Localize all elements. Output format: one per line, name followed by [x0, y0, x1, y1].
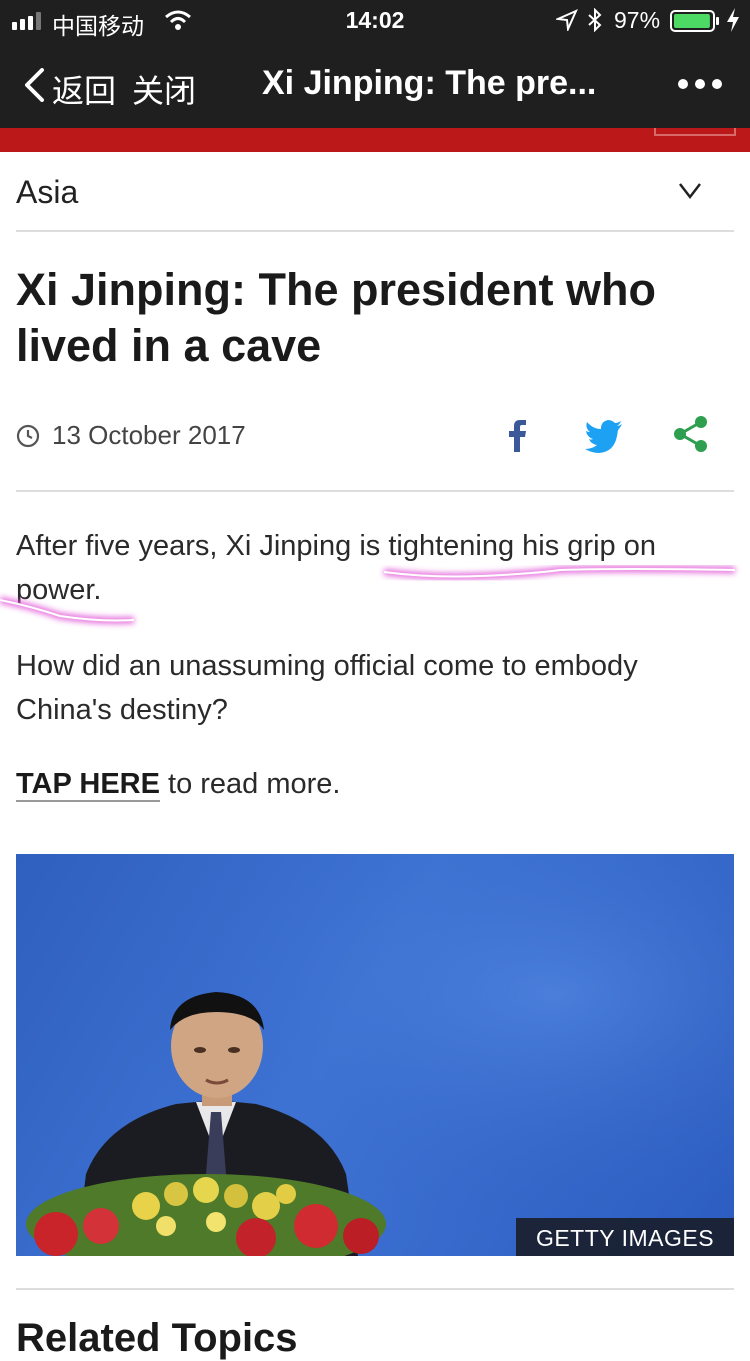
- summary-paragraph: How did an unassuming official come to e…: [16, 650, 638, 726]
- tap-here-link[interactable]: TAP HERE: [16, 768, 160, 802]
- more-dots-icon[interactable]: [676, 74, 724, 94]
- battery-icon: [670, 10, 719, 32]
- charging-bolt-icon: [727, 8, 739, 32]
- back-button[interactable]: 返回: [18, 64, 118, 109]
- article-image: GETTY IMAGES: [16, 854, 734, 1256]
- bluetooth-icon: [588, 8, 602, 32]
- intro-paragraph: After five years, Xi Jinping is tighteni…: [16, 524, 734, 612]
- location-arrow-icon: [556, 9, 578, 31]
- battery-percent: 97%: [614, 7, 661, 33]
- brand-band-menu-box: [654, 128, 736, 136]
- speaker-photo-illustration: [16, 854, 734, 1256]
- section-selector[interactable]: Asia: [16, 152, 734, 232]
- read-more-line: TAP HERE to read more.: [16, 762, 734, 806]
- section-label: Asia: [16, 174, 79, 210]
- clock-icon: [16, 424, 40, 448]
- twitter-icon[interactable]: [584, 418, 624, 454]
- section-divider: [16, 1288, 734, 1290]
- nav-title: Xi Jinping: The pre...: [262, 64, 597, 102]
- chevron-down-icon: [679, 183, 701, 200]
- intro-text: After five years, Xi Jinping: [16, 530, 360, 562]
- back-label: 返回: [52, 73, 117, 109]
- article-meta: 13 October 2017: [16, 414, 734, 492]
- facebook-icon[interactable]: [500, 414, 532, 458]
- article-headline: Xi Jinping: The president who lived in a…: [16, 264, 657, 371]
- read-more-text: to read more.: [159, 768, 341, 800]
- article-date: 13 October 2017: [52, 420, 246, 450]
- close-button[interactable]: 关闭: [132, 66, 196, 112]
- related-topics-heading: Related Topics: [16, 1316, 298, 1360]
- back-chevron-icon: [25, 68, 44, 102]
- share-icon[interactable]: [672, 414, 710, 454]
- image-credit: GETTY IMAGES: [516, 1218, 734, 1256]
- nav-bar: 返回 关闭 Xi Jinping: The pre...: [0, 40, 750, 128]
- status-bar: 中国移动 14:02 97%: [0, 0, 750, 40]
- brand-band: [0, 128, 750, 152]
